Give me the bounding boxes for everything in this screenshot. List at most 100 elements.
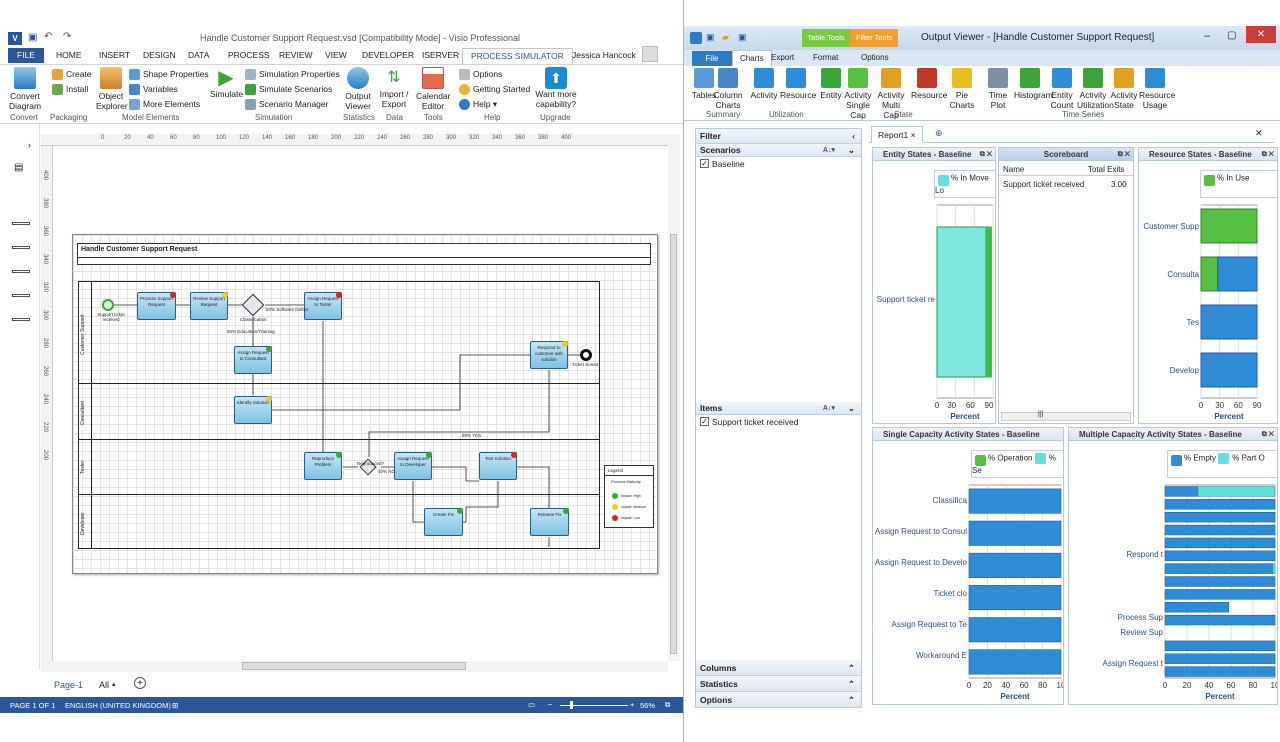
group-utilization: Utilization [769,110,804,119]
single-legend[interactable]: % Operation % Se [971,450,1063,478]
single-capacity-header: Single Capacity Activity States - Baseli… [873,428,1063,441]
legend-swatch [1034,453,1046,464]
ov-ribbon-button[interactable]: Resource [911,68,947,100]
ov-ribbon-button[interactable]: Activity Single Cap [842,68,874,120]
vertical-scroll-thumb[interactable] [670,234,677,654]
ov-ribbon-label: Column Charts [713,90,743,110]
plot-area [968,484,1062,679]
bar [968,585,1062,611]
close-tab-icon[interactable]: × [911,130,916,140]
ov-ribbon-button[interactable]: Activity Utilization [1077,68,1114,110]
add-page-icon[interactable]: + [134,677,146,689]
page-tab-1[interactable]: Page-1 [54,680,83,690]
resource-legend[interactable]: % In Use [1200,170,1277,198]
close-icon[interactable]: ✕ [1246,26,1276,43]
impact-low-dot [336,452,342,458]
ov-tab-file[interactable]: File [692,51,732,66]
chart-type-icon [952,68,972,88]
impact-low-dot [457,508,463,514]
ov-ribbon-button[interactable]: Time Plot [982,68,1014,110]
chevron-up-icon: ⌃ [847,695,855,705]
checkbox-baseline[interactable]: ✓ [700,159,709,168]
zoom-out-icon[interactable]: − [548,700,552,709]
sort-icon[interactable]: A↓▾ [823,402,835,415]
ov-tab-charts[interactable]: Charts [732,50,772,66]
minimize-icon[interactable]: – [1204,30,1210,42]
options-header[interactable]: Options ⌃ [696,692,861,708]
scoreboard-row[interactable]: Support ticket received 3.00 [999,178,1133,192]
item-support-ticket[interactable]: ✓ Support ticket received [696,415,861,429]
chart-type-icon [1052,68,1072,88]
multi-legend[interactable]: % Empty % Part O [1167,450,1277,478]
ov-save-icon[interactable]: ▣ [706,32,715,43]
horizontal-scroll-thumb[interactable] [242,662,466,670]
maximize-icon[interactable]: ▢ [1227,30,1236,41]
bar [936,226,992,378]
multi-capacity-header: Multiple Capacity Activity States - Base… [1069,428,1277,441]
ov-ribbon-label: Entity [820,90,842,100]
chart-type-icon [848,68,868,88]
chevron-down-icon[interactable]: ⌄ [848,402,855,415]
chart-type-icon [1020,68,1040,88]
ov-open-icon[interactable]: ▰ [722,32,729,43]
horizontal-scrollbar[interactable] [41,661,668,672]
start-event[interactable] [102,299,114,311]
context-tab-filter-tools: Filter Tools [850,29,898,47]
chevron-up-icon: ⌃ [847,679,855,689]
ov-save2-icon[interactable]: ▣ [738,32,747,43]
zoom-slider-thumb[interactable] [570,701,573,709]
ov-ribbon-button[interactable]: Column Charts [712,68,744,110]
ov-ribbon-button[interactable]: Activity State [1108,68,1140,110]
switch-windows-icon[interactable]: ⧉ [665,700,670,710]
scenario-baseline[interactable]: ✓ Baseline [696,157,861,171]
col-name[interactable]: Name [1003,165,1024,174]
ov-ribbon-button[interactable]: Histogram [1014,68,1053,100]
checkbox-support-ticket[interactable]: ✓ [700,417,709,426]
chevron-up-icon: ⌃ [847,663,855,673]
tick-label: 40 [1205,681,1214,690]
columns-header[interactable]: Columns ⌃ [696,660,861,676]
legend-subtitle: Process Maturity [611,479,641,484]
ov-ribbon-button[interactable]: Pie Charts [946,68,978,110]
vertical-scrollbar[interactable] [668,134,680,661]
fit-page-icon[interactable]: ▭ [528,700,535,709]
tick-label: 80 [1038,681,1047,690]
ov-ribbon-label: Time Plot [988,90,1008,110]
report-tabs: Report1 × ⊕ ✕ [869,126,1274,143]
ov-tab-format[interactable]: Format [813,53,838,62]
ov-ribbon-button[interactable]: Entity Count [1046,68,1078,110]
ov-app-icon[interactable] [690,32,702,44]
scoreboard-hscroll[interactable]: ||| [1001,411,1131,421]
visio-window: V ▣ ↶ ↷ Handle Customer Support Request.… [0,0,683,742]
ov-ribbon-button[interactable]: Resource [780,68,816,100]
sort-icon[interactable]: A↓▾ [823,144,835,157]
gateway-label: Classification [240,317,267,322]
statistics-header[interactable]: Statistics ⌃ [696,676,861,692]
col-total-exits[interactable]: Total Exits [1088,165,1124,174]
page-tab-all[interactable]: All [99,680,109,690]
multi-capacity-panel: Multiple Capacity Activity States - Base… [1068,427,1278,705]
ov-tab-export[interactable]: Export [771,53,794,62]
entity-legend[interactable]: % In Move Lo [934,170,995,198]
close-report-icon[interactable]: ✕ [1255,128,1263,139]
end-event[interactable] [580,349,592,361]
chart-type-icon [917,68,937,88]
ov-ribbon-button[interactable]: Activity [748,68,780,100]
zoom-in-icon[interactable]: + [630,700,634,709]
category-label: Respond t [1127,550,1164,559]
impact-medium-dot [222,292,228,298]
ov-tab-options[interactable]: Options [861,53,889,62]
category-label: Customer Supp [1143,222,1199,231]
new-report-icon[interactable]: ⊕ [935,128,943,139]
tick-label: 0 [967,681,972,690]
ov-ribbon-button[interactable]: Resource Usage [1139,68,1175,110]
collapse-filter-icon[interactable]: ‹ [852,129,855,144]
bar [1164,563,1274,574]
chart-type-icon [881,68,901,88]
single-capacity-panel: Single Capacity Activity States - Baseli… [872,427,1064,705]
ov-ribbon-button[interactable]: Activity Multi Cap [875,68,907,120]
tick-label: 40 [1001,681,1010,690]
report-tab[interactable]: Report1 × [871,126,923,143]
tick-label: 0 [1199,401,1204,410]
chevron-down-icon[interactable]: ⌄ [848,144,855,157]
